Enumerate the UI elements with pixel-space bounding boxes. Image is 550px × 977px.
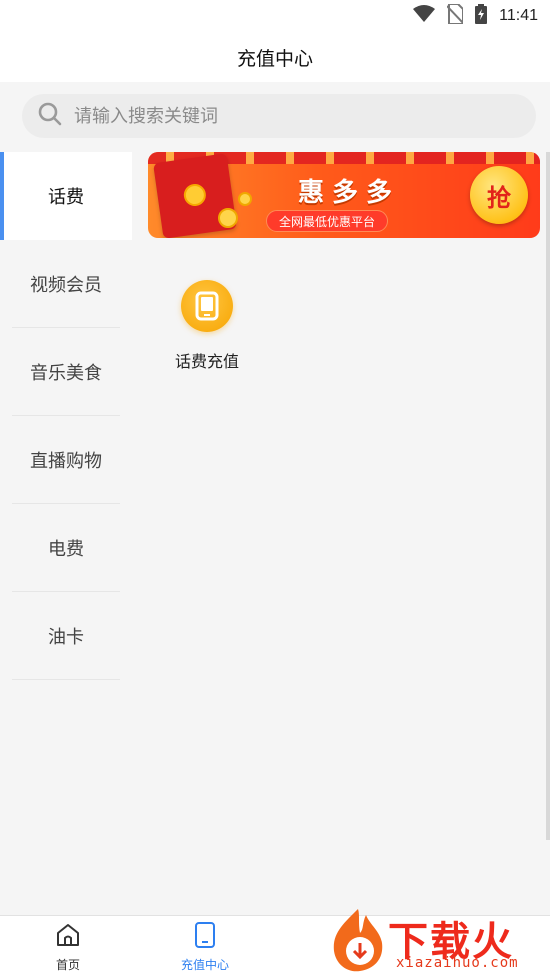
search-section — [0, 82, 550, 152]
nav-label: 首页 — [55, 958, 80, 972]
grab-label: 抢 — [487, 183, 511, 212]
nav-item-home[interactable]: 首页 — [23, 922, 113, 974]
tablet-icon — [194, 922, 216, 952]
divider — [12, 679, 120, 680]
grab-button[interactable]: 抢 — [470, 166, 528, 224]
nav-label: 充值中心 — [180, 958, 229, 972]
page-title: 充值中心 — [236, 47, 313, 70]
category-sidebar: 话费 视频会员 音乐美食 直播购物 电费 油卡 — [0, 152, 132, 915]
watermark-logo: 下载火 xiazaihuo.com — [326, 905, 550, 977]
coin-icon — [238, 192, 252, 206]
wifi-icon — [413, 5, 436, 27]
sidebar-item-label: 油卡 — [48, 627, 84, 648]
app-header: 充值中心 — [0, 32, 550, 82]
watermark-domain: xiazaihuo.com — [396, 955, 519, 971]
sidebar-item-fuel-card[interactable]: 油卡 — [0, 592, 132, 680]
coin-icon — [218, 208, 238, 228]
nav-item-recharge-center[interactable]: 充值中心 — [160, 922, 250, 974]
scrollbar[interactable] — [546, 152, 550, 840]
sidebar-item-music-food[interactable]: 音乐美食 — [0, 328, 132, 416]
envelope-seal — [182, 182, 208, 208]
sidebar-item-phone-bill[interactable]: 话费 — [0, 152, 132, 240]
sidebar-item-live-shopping[interactable]: 直播购物 — [0, 416, 132, 504]
search-icon — [38, 102, 62, 130]
feature-label: 话费充值 — [174, 352, 239, 371]
home-icon — [55, 922, 81, 952]
sidebar-item-label: 音乐美食 — [30, 363, 102, 384]
phone-icon — [181, 280, 233, 332]
status-bar: 11:41 — [0, 0, 550, 32]
search-input[interactable] — [74, 105, 504, 127]
banner-headline: 惠多多 — [298, 178, 401, 208]
status-time: 11:41 — [499, 7, 538, 24]
flame-icon — [333, 909, 383, 972]
battery-charging-icon — [475, 4, 488, 28]
active-indicator — [0, 152, 4, 240]
sidebar-item-label: 话费 — [48, 187, 84, 208]
main-content: 惠多多 全网最低优惠平台 抢 话费充值 — [132, 152, 550, 915]
promo-banner[interactable]: 惠多多 全网最低优惠平台 抢 — [148, 152, 540, 238]
sidebar-item-label: 直播购物 — [30, 451, 102, 472]
sidebar-item-label: 视频会员 — [30, 275, 102, 296]
feature-phone-recharge[interactable]: 话费充值 — [162, 280, 252, 372]
sidebar-item-video-vip[interactable]: 视频会员 — [0, 240, 132, 328]
banner-subline: 全网最低优惠平台 — [266, 210, 389, 232]
sidebar-item-label: 电费 — [48, 539, 84, 560]
search-bar[interactable] — [22, 94, 536, 138]
no-sim-icon — [446, 3, 465, 28]
sidebar-item-electricity[interactable]: 电费 — [0, 504, 132, 592]
